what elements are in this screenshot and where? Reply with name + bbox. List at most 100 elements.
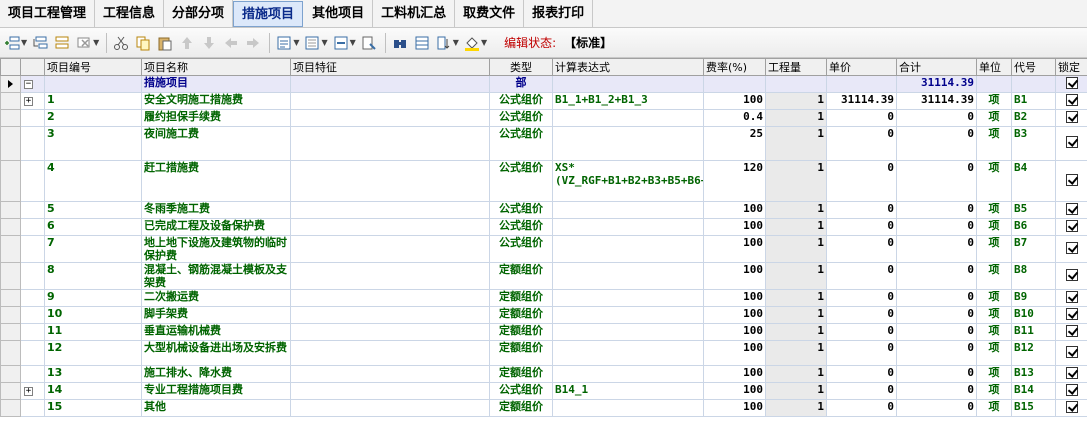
cell-code[interactable]: 4: [44, 160, 142, 202]
section-lock-checkbox[interactable]: [1055, 75, 1087, 93]
table-row[interactable]: +1 安全文明施工措施费 公式组价 B1_1+B1_2+B1_3 100 1 31114.3…: [0, 92, 1087, 110]
cell-unit-price[interactable]: 0: [826, 160, 897, 202]
cell-code[interactable]: 7: [44, 235, 142, 263]
lock-checkbox[interactable]: [1055, 262, 1087, 290]
cell-rate[interactable]: 100: [703, 262, 766, 290]
cell-feature[interactable]: [290, 365, 490, 383]
cell-feature[interactable]: [290, 235, 490, 263]
quick-select-dropdown-icon[interactable]: ▼: [293, 38, 299, 47]
cell-code[interactable]: 14: [44, 382, 142, 400]
cell-dcode[interactable]: B8: [1011, 262, 1056, 290]
cell-dcode[interactable]: B1: [1011, 92, 1056, 110]
table-row[interactable]: 6 已完成工程及设备保护费 公式组价 100 1 0 0 项 B6: [0, 218, 1087, 236]
cell-feature[interactable]: [290, 160, 490, 202]
cell-rate[interactable]: 100: [703, 201, 766, 219]
quick-select-icon[interactable]: [274, 33, 294, 53]
cell-dcode[interactable]: B13: [1011, 365, 1056, 383]
tab-other-items[interactable]: 其他项目: [304, 0, 374, 27]
cell-expression[interactable]: [552, 340, 704, 366]
cell-name[interactable]: 专业工程措施项目费: [141, 382, 291, 400]
checkbox-checked-icon[interactable]: [1065, 324, 1078, 337]
lock-checkbox[interactable]: [1055, 340, 1087, 366]
cell-dcode[interactable]: B15: [1011, 399, 1056, 417]
cell-quantity[interactable]: 1: [765, 201, 827, 219]
cell-name[interactable]: 大型机械设备进出场及安拆费: [141, 340, 291, 366]
checkbox-checked-icon[interactable]: [1065, 219, 1078, 232]
cell-unit[interactable]: 项: [976, 218, 1012, 236]
cell-name[interactable]: 赶工措施费: [141, 160, 291, 202]
lock-checkbox[interactable]: [1055, 235, 1087, 263]
cell-code[interactable]: 12: [44, 340, 142, 366]
column-header-code[interactable]: 项目编号: [44, 58, 142, 76]
collapse-icon[interactable]: −: [24, 80, 33, 89]
column-header-total[interactable]: 合计: [896, 58, 977, 76]
cell-expression[interactable]: [552, 262, 704, 290]
sort-dropdown-icon[interactable]: ▼: [453, 38, 459, 47]
cell-dcode[interactable]: B4: [1011, 160, 1056, 202]
filter-icon[interactable]: [359, 33, 379, 53]
cell-quantity[interactable]: 1: [765, 365, 827, 383]
cell-name[interactable]: 冬雨季施工费: [141, 201, 291, 219]
cell-unit-price[interactable]: 0: [826, 365, 897, 383]
cell-quantity[interactable]: 1: [765, 160, 827, 202]
cell-unit[interactable]: 项: [976, 126, 1012, 161]
cell-unit-price[interactable]: 0: [826, 235, 897, 263]
cell-rate[interactable]: 100: [703, 323, 766, 341]
cell-code[interactable]: 3: [44, 126, 142, 161]
cell-dcode[interactable]: B5: [1011, 201, 1056, 219]
tab-project-info[interactable]: 工程信息: [95, 0, 165, 27]
checkbox-checked-icon[interactable]: [1065, 290, 1078, 303]
table-row[interactable]: 11 垂直运输机械费 定额组价 100 1 0 0 项 B11: [0, 323, 1087, 341]
cell-type[interactable]: 定额组价: [489, 306, 553, 324]
lock-checkbox[interactable]: [1055, 126, 1087, 161]
move-up-icon[interactable]: [177, 33, 197, 53]
lock-checkbox[interactable]: [1055, 306, 1087, 324]
cell-feature[interactable]: [290, 109, 490, 127]
section-name[interactable]: 措施项目: [141, 75, 291, 93]
cell-code[interactable]: 11: [44, 323, 142, 341]
cell-feature[interactable]: [290, 92, 490, 110]
tab-materials-summary[interactable]: 工料机汇总: [373, 0, 456, 27]
move-down-icon[interactable]: [199, 33, 219, 53]
color-fill-icon[interactable]: [462, 33, 482, 53]
cell-dcode[interactable]: B9: [1011, 289, 1056, 307]
cell-quantity[interactable]: 1: [765, 262, 827, 290]
cell-quantity[interactable]: 1: [765, 289, 827, 307]
cell-name[interactable]: 二次搬运费: [141, 289, 291, 307]
cell-unit-price[interactable]: 0: [826, 289, 897, 307]
cell-unit-price[interactable]: 31114.39: [826, 92, 897, 110]
cell-unit[interactable]: 项: [976, 109, 1012, 127]
cell-unit[interactable]: 项: [976, 262, 1012, 290]
cell-expression[interactable]: XS*(VZ_RGF+B1+B2+B3+B5+B6+B7+B8+B9+B10+B…: [552, 160, 704, 202]
lock-checkbox[interactable]: [1055, 92, 1087, 110]
table-row[interactable]: +14 专业工程措施项目费 公式组价 B14_1 100 1 0 0 项 B14: [0, 382, 1087, 400]
cell-unit[interactable]: 项: [976, 160, 1012, 202]
lock-checkbox[interactable]: [1055, 399, 1087, 417]
cell-rate[interactable]: 25: [703, 126, 766, 161]
cell-unit-price[interactable]: 0: [826, 126, 897, 161]
cell-expression[interactable]: [552, 399, 704, 417]
cell-unit[interactable]: 项: [976, 323, 1012, 341]
cell-name[interactable]: 履约担保手续费: [141, 109, 291, 127]
cell-unit[interactable]: 项: [976, 92, 1012, 110]
cell-type[interactable]: 定额组价: [489, 365, 553, 383]
replace-dropdown-icon[interactable]: ▼: [321, 38, 327, 47]
cell-type[interactable]: 公式组价: [489, 201, 553, 219]
column-header-lock[interactable]: 锁定: [1055, 58, 1087, 76]
replace-icon[interactable]: [302, 33, 322, 53]
sort-icon[interactable]: [434, 33, 454, 53]
cell-type[interactable]: 定额组价: [489, 262, 553, 290]
cell-type[interactable]: 定额组价: [489, 340, 553, 366]
cell-unit[interactable]: 项: [976, 235, 1012, 263]
cell-dcode[interactable]: B14: [1011, 382, 1056, 400]
column-header-name[interactable]: 项目名称: [141, 58, 291, 76]
checkbox-checked-icon[interactable]: [1065, 268, 1078, 281]
cell-dcode[interactable]: B2: [1011, 109, 1056, 127]
cell-code[interactable]: 6: [44, 218, 142, 236]
cell-quantity[interactable]: 1: [765, 382, 827, 400]
cell-feature[interactable]: [290, 262, 490, 290]
move-left-icon[interactable]: [221, 33, 241, 53]
column-header-rate[interactable]: 费率(%): [703, 58, 766, 76]
cell-dcode[interactable]: B6: [1011, 218, 1056, 236]
insert-child-icon[interactable]: [30, 33, 50, 53]
